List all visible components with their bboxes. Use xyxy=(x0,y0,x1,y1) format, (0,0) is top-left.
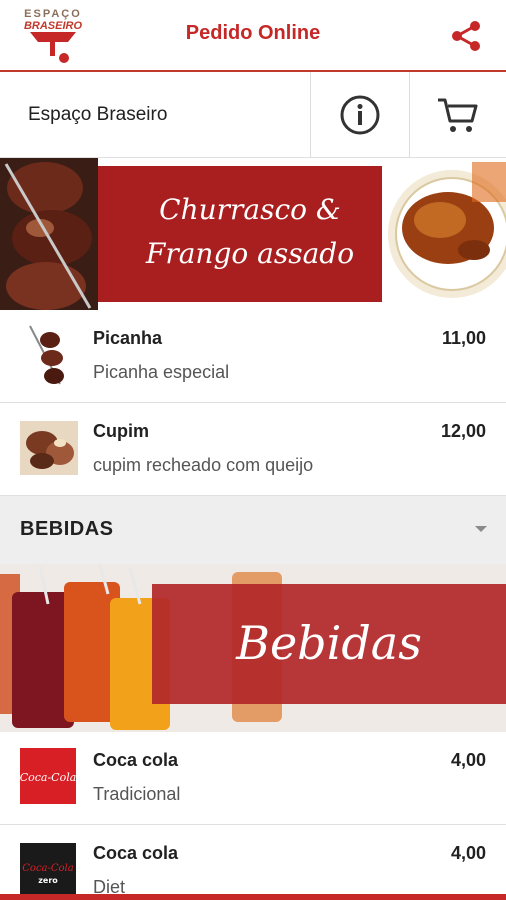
menu-item-cupim[interactable]: Cupim cupim recheado com queijo 12,00 xyxy=(0,403,506,496)
menu-item-coca-cola-diet[interactable]: Coca-Cola zero Coca cola Diet 4,00 xyxy=(0,825,506,900)
banner-caption: Bebidas xyxy=(236,616,422,670)
banner-line1: Churrasco & xyxy=(159,193,341,226)
share-icon xyxy=(452,21,480,51)
menu-item-coca-cola[interactable]: Coca-Cola Coca cola Tradicional 4,00 xyxy=(0,732,506,825)
category-banner-churrasco: Churrasco & Frango assado xyxy=(0,158,506,310)
store-bar: Espaço Braseiro xyxy=(0,72,506,158)
info-icon xyxy=(340,95,380,135)
cart-button[interactable] xyxy=(410,72,506,158)
banner-line2: Frango assado xyxy=(145,237,355,270)
menu-item-picanha[interactable]: Picanha Picanha especial 11,00 xyxy=(0,310,506,403)
item-price: 4,00 xyxy=(450,750,486,770)
item-price: 11,00 xyxy=(441,328,486,348)
logo-text: Coca-Cola xyxy=(22,863,73,874)
coca-cola-zero-logo: Coca-Cola zero xyxy=(20,843,76,899)
logo-text: Coca-Cola xyxy=(20,771,76,784)
picanha-thumbnail xyxy=(20,324,78,386)
item-name: Coca cola xyxy=(93,750,179,770)
roast-chicken-image xyxy=(382,158,506,310)
cart-icon xyxy=(438,98,478,132)
item-description: cupim recheado com queijo xyxy=(93,455,314,475)
category-header-bebidas[interactable]: BEBIDAS xyxy=(0,496,506,564)
share-button[interactable] xyxy=(448,18,484,54)
item-description: Picanha especial xyxy=(93,362,230,382)
coca-cola-logo: Coca-Cola xyxy=(20,748,76,804)
store-name: Espaço Braseiro xyxy=(28,104,168,125)
banner-caption: Churrasco & Frango assado xyxy=(120,188,380,276)
meat-skewer-image xyxy=(0,158,98,310)
page-title: Pedido Online xyxy=(185,22,321,44)
item-price: 4,00 xyxy=(450,843,486,863)
item-name: Picanha xyxy=(93,328,163,348)
logo-subtext: zero xyxy=(38,876,58,885)
category-title: BEBIDAS xyxy=(20,518,114,540)
chevron-down-icon xyxy=(475,526,487,532)
cupim-thumbnail xyxy=(20,421,78,475)
item-name: Cupim xyxy=(93,421,149,441)
info-button[interactable] xyxy=(310,72,410,158)
category-banner-bebidas: Bebidas xyxy=(0,564,506,732)
item-price: 12,00 xyxy=(440,421,486,441)
item-name: Coca cola xyxy=(93,843,179,863)
bottom-accent-bar xyxy=(0,894,506,900)
app-bar: ESPAÇO BRASEIRO Pedido Online xyxy=(0,0,506,72)
logo-line1: ESPAÇO xyxy=(24,8,82,20)
item-description: Tradicional xyxy=(93,784,181,804)
